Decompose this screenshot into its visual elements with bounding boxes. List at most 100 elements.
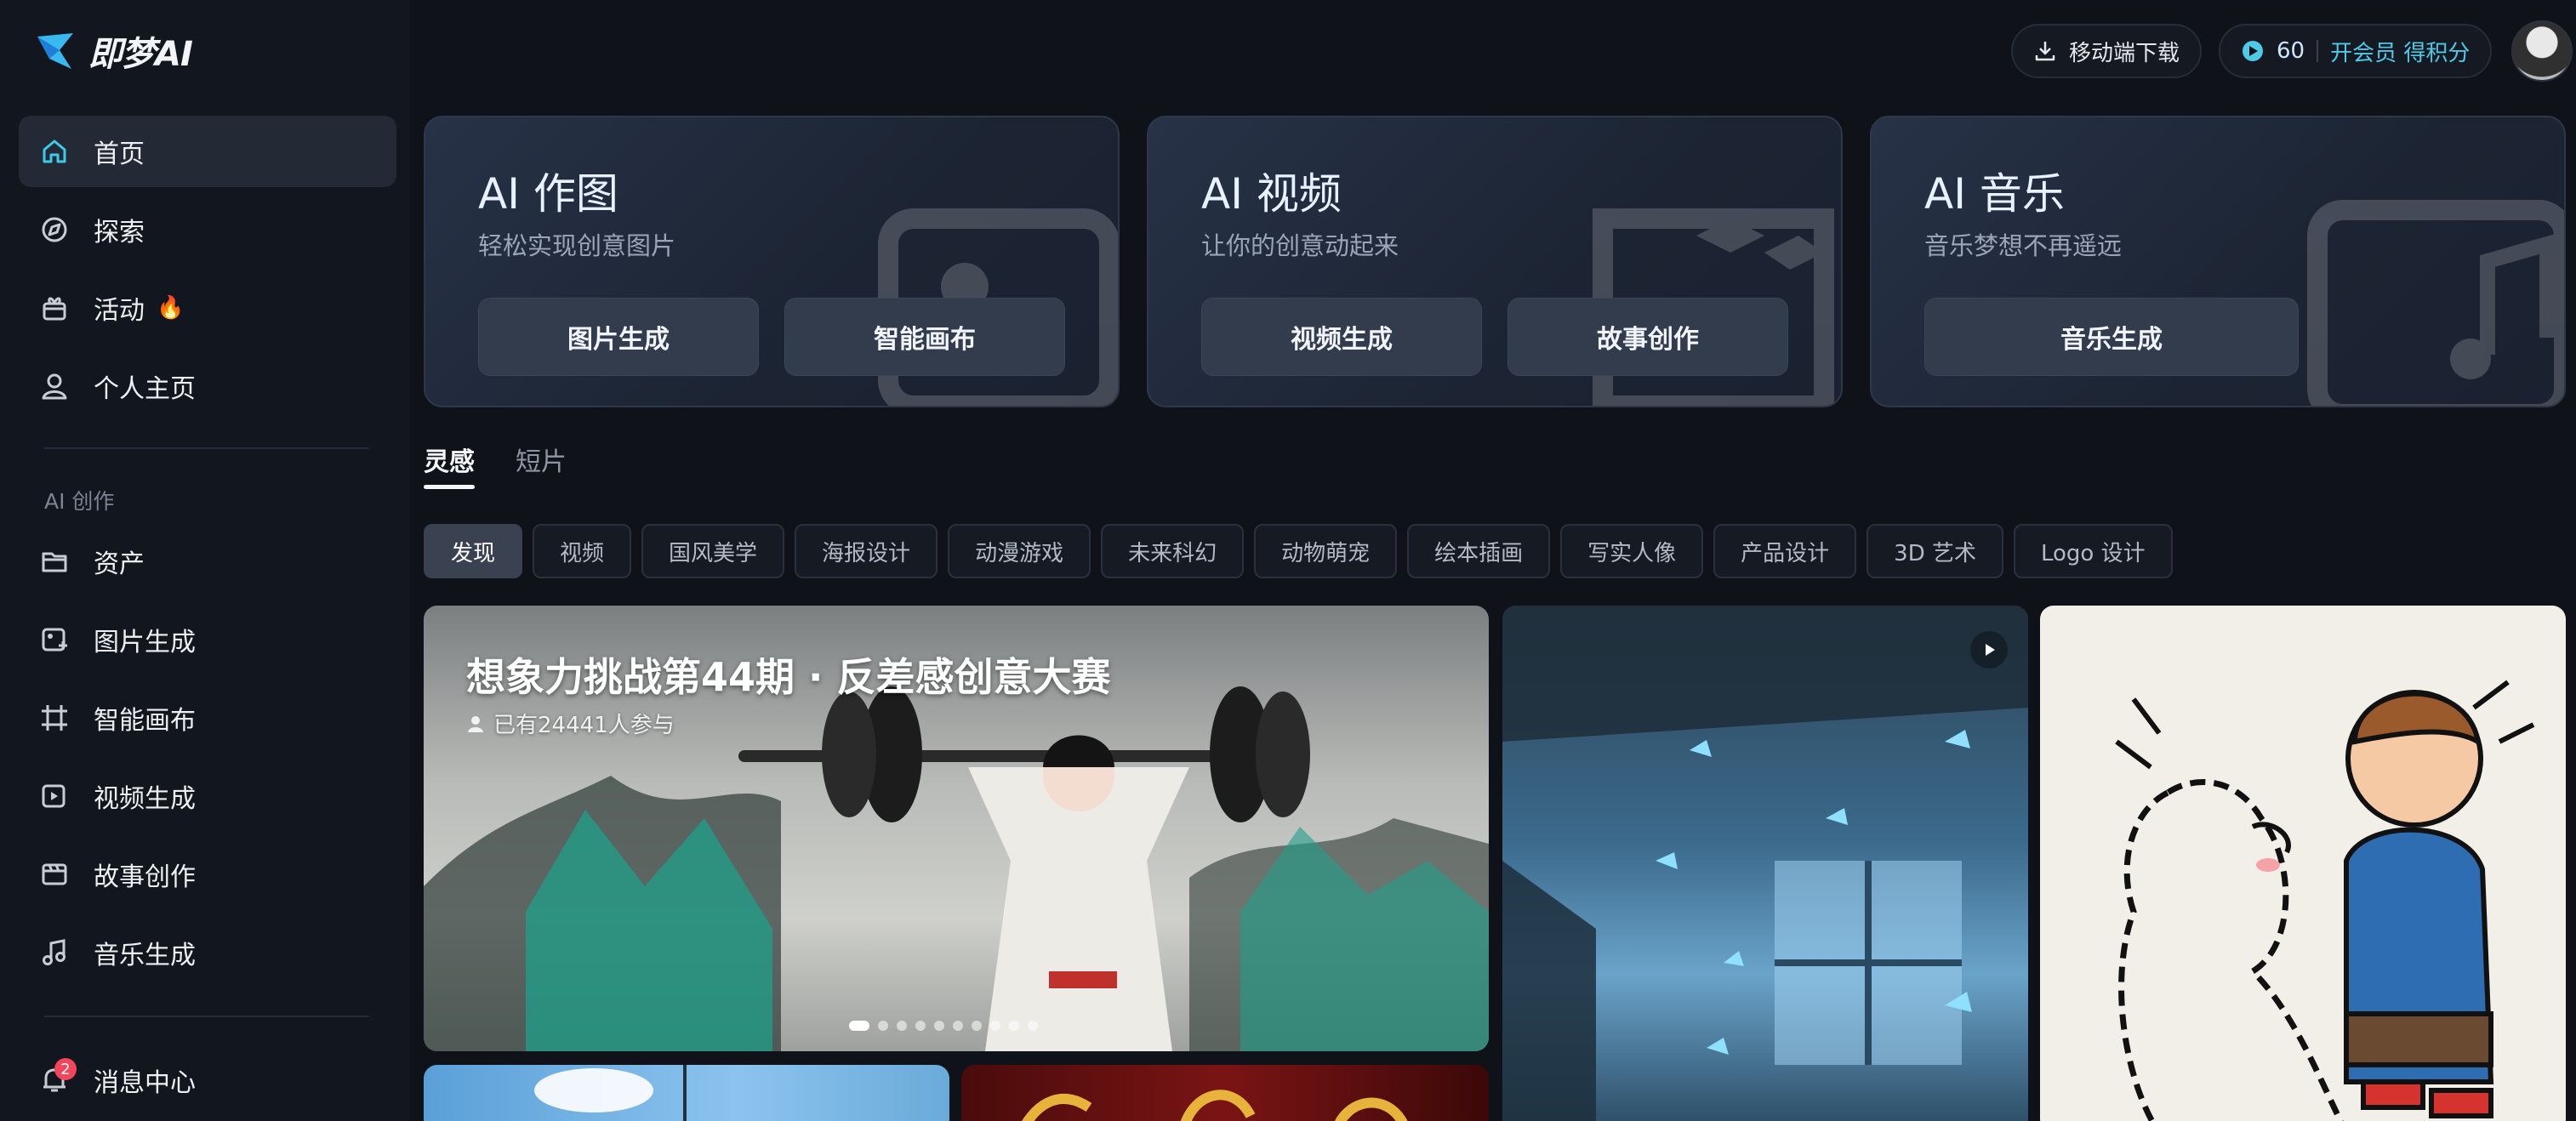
sidebar-item-label: 视频生成 <box>94 784 196 814</box>
image-generate-icon <box>37 623 71 657</box>
challenge-banner[interactable]: 想象力挑战第44期 · 反差感创意大赛 已有24441人参与 <box>424 606 1489 1051</box>
sidebar-item-label: 资产 <box>94 549 145 579</box>
video-generate-button[interactable]: 视频生成 <box>1201 298 1482 376</box>
sky-artwork <box>534 1065 687 1121</box>
notification-badge: 2 <box>54 1058 77 1080</box>
smart-canvas-button[interactable]: 智能画布 <box>784 298 1065 376</box>
sidebar-item-canvas[interactable]: 智能画布 <box>19 682 396 754</box>
card-title: AI 视频 <box>1201 169 1342 219</box>
card-subtitle: 让你的创意动起来 <box>1201 231 1399 260</box>
story-create-button[interactable]: 故事创作 <box>1507 298 1788 376</box>
chip-logo[interactable]: Logo 设计 <box>2013 524 2173 578</box>
chip-anime-game[interactable]: 动漫游戏 <box>948 524 1091 578</box>
chip-product[interactable]: 产品设计 <box>1713 524 1857 578</box>
card-subtitle: 音乐梦想不再遥远 <box>1924 231 2123 260</box>
bell-icon: 2 <box>37 1058 77 1097</box>
chip-picturebook[interactable]: 绘本插画 <box>1407 524 1551 578</box>
mobile-download-button[interactable]: 移动端下载 <box>2011 24 2203 78</box>
sidebar-item-messages[interactable]: 2 消息中心 <box>19 1044 396 1116</box>
sidebar-item-image-generate[interactable]: 图片生成 <box>19 604 396 675</box>
card-title: AI 作图 <box>478 169 618 219</box>
video-generate-icon <box>37 779 71 813</box>
chip-portrait[interactable]: 写实人像 <box>1560 524 1704 578</box>
user-icon <box>37 369 71 403</box>
chip-poster[interactable]: 海报设计 <box>795 524 938 578</box>
flame-icon: 🔥 <box>157 295 185 321</box>
credits-count: 60 <box>2277 38 2305 64</box>
sidebar-item-label: 故事创作 <box>94 862 196 892</box>
image-generate-button[interactable]: 图片生成 <box>478 298 759 376</box>
chip-scifi[interactable]: 未来科幻 <box>1101 524 1245 578</box>
app-logo[interactable]: 即梦AI <box>34 26 193 77</box>
chip-discover[interactable]: 发现 <box>424 524 523 578</box>
logo-icon <box>37 33 73 69</box>
card-title: AI 音乐 <box>1924 169 2065 219</box>
carousel-dot[interactable] <box>1009 1021 1019 1031</box>
vip-link[interactable]: 开会员 得积分 <box>2330 36 2470 67</box>
card-ai-music: AI 音乐 音乐梦想不再遥远 音乐生成 <box>1870 116 2566 407</box>
red-poster-artwork <box>1022 1090 1408 1121</box>
logo-text: 即梦AI <box>88 35 193 74</box>
banner-participants: 已有24441人参与 <box>466 708 675 739</box>
story-icon <box>37 857 71 891</box>
chip-guofeng[interactable]: 国风美学 <box>641 524 785 578</box>
sidebar-item-label: 智能画布 <box>94 706 196 736</box>
sidebar-item-activity[interactable]: 活动 🔥 <box>19 272 396 344</box>
carousel-dots[interactable] <box>849 1021 1038 1031</box>
tab-inspiration[interactable]: 灵感 <box>424 441 475 478</box>
carousel-dot[interactable] <box>849 1021 869 1031</box>
credits-vip-button[interactable]: 60 开会员 得积分 <box>2219 24 2493 78</box>
sidebar-item-label: 消息中心 <box>94 1068 196 1098</box>
card-ai-video: AI 视频 让你的创意动起来 视频生成 故事创作 <box>1147 116 1843 407</box>
folder-icon <box>37 544 71 578</box>
sidebar-item-label: 音乐生成 <box>94 941 196 970</box>
gallery-item-boy-dog[interactable] <box>2040 606 2566 1121</box>
gallery-item-butterflies[interactable] <box>1502 606 2028 1121</box>
sidebar-item-assets[interactable]: 资产 <box>19 526 396 597</box>
banner-title: 想象力挑战第44期 · 反差感创意大赛 <box>466 654 1111 700</box>
chip-pets[interactable]: 动物萌宠 <box>1254 524 1398 578</box>
sidebar-divider <box>44 1016 369 1017</box>
carousel-dot[interactable] <box>934 1021 944 1031</box>
sidebar-item-story[interactable]: 故事创作 <box>19 839 396 910</box>
sidebar-item-video-generate[interactable]: 视频生成 <box>19 760 396 832</box>
chip-video[interactable]: 视频 <box>533 524 632 578</box>
mobile-download-label: 移动端下载 <box>2069 40 2180 66</box>
carousel-dot[interactable] <box>972 1021 982 1031</box>
sidebar-item-explore[interactable]: 探索 <box>19 194 396 265</box>
sidebar-section-title: AI 创作 <box>44 489 115 514</box>
music-deco-icon <box>2307 200 2564 406</box>
music-generate-button[interactable]: 音乐生成 <box>1924 298 2299 376</box>
carousel-dot[interactable] <box>878 1021 888 1031</box>
home-icon <box>37 134 71 168</box>
sidebar-divider <box>44 447 369 449</box>
carousel-dot[interactable] <box>1028 1021 1038 1031</box>
sidebar-item-label: 探索 <box>94 218 145 248</box>
gift-icon <box>37 291 71 325</box>
sidebar-item-label: 图片生成 <box>94 628 196 657</box>
sidebar-item-home[interactable]: 首页 <box>19 116 396 187</box>
carousel-dot[interactable] <box>915 1021 926 1031</box>
category-chips: 发现 视频 国风美学 海报设计 动漫游戏 未来科幻 动物萌宠 绘本插画 写实人像… <box>424 524 2173 578</box>
chip-3d[interactable]: 3D 艺术 <box>1866 524 2003 578</box>
tab-shorts[interactable]: 短片 <box>516 441 567 478</box>
app-root: 即梦AI 首页 探索 活动 🔥 个人主页 AI 创作 资产 图片生成 智能画布 … <box>0 0 2576 1121</box>
carousel-dot[interactable] <box>953 1021 963 1031</box>
sidebar-item-label: 首页 <box>94 139 145 169</box>
carousel-dot[interactable] <box>897 1021 907 1031</box>
compass-icon <box>37 213 71 247</box>
avatar[interactable] <box>2511 20 2573 82</box>
gallery-item-sky[interactable] <box>424 1065 949 1121</box>
sidebar: 即梦AI 首页 探索 活动 🔥 个人主页 AI 创作 资产 图片生成 智能画布 … <box>0 0 410 1121</box>
credits-icon <box>2243 41 2263 61</box>
participant-icon <box>468 715 483 732</box>
sidebar-item-music[interactable]: 音乐生成 <box>19 917 396 988</box>
carousel-dot[interactable] <box>990 1021 1000 1031</box>
sidebar-item-label: 活动 <box>94 296 145 326</box>
sidebar-item-label: 个人主页 <box>94 374 196 404</box>
play-icon[interactable] <box>1970 631 2008 669</box>
card-ai-image: AI 作图 轻松实现创意图片 图片生成 智能画布 <box>424 116 1120 407</box>
sidebar-item-profile[interactable]: 个人主页 <box>19 350 396 422</box>
download-icon <box>2035 42 2055 61</box>
gallery-item-red-poster[interactable] <box>961 1065 1489 1121</box>
